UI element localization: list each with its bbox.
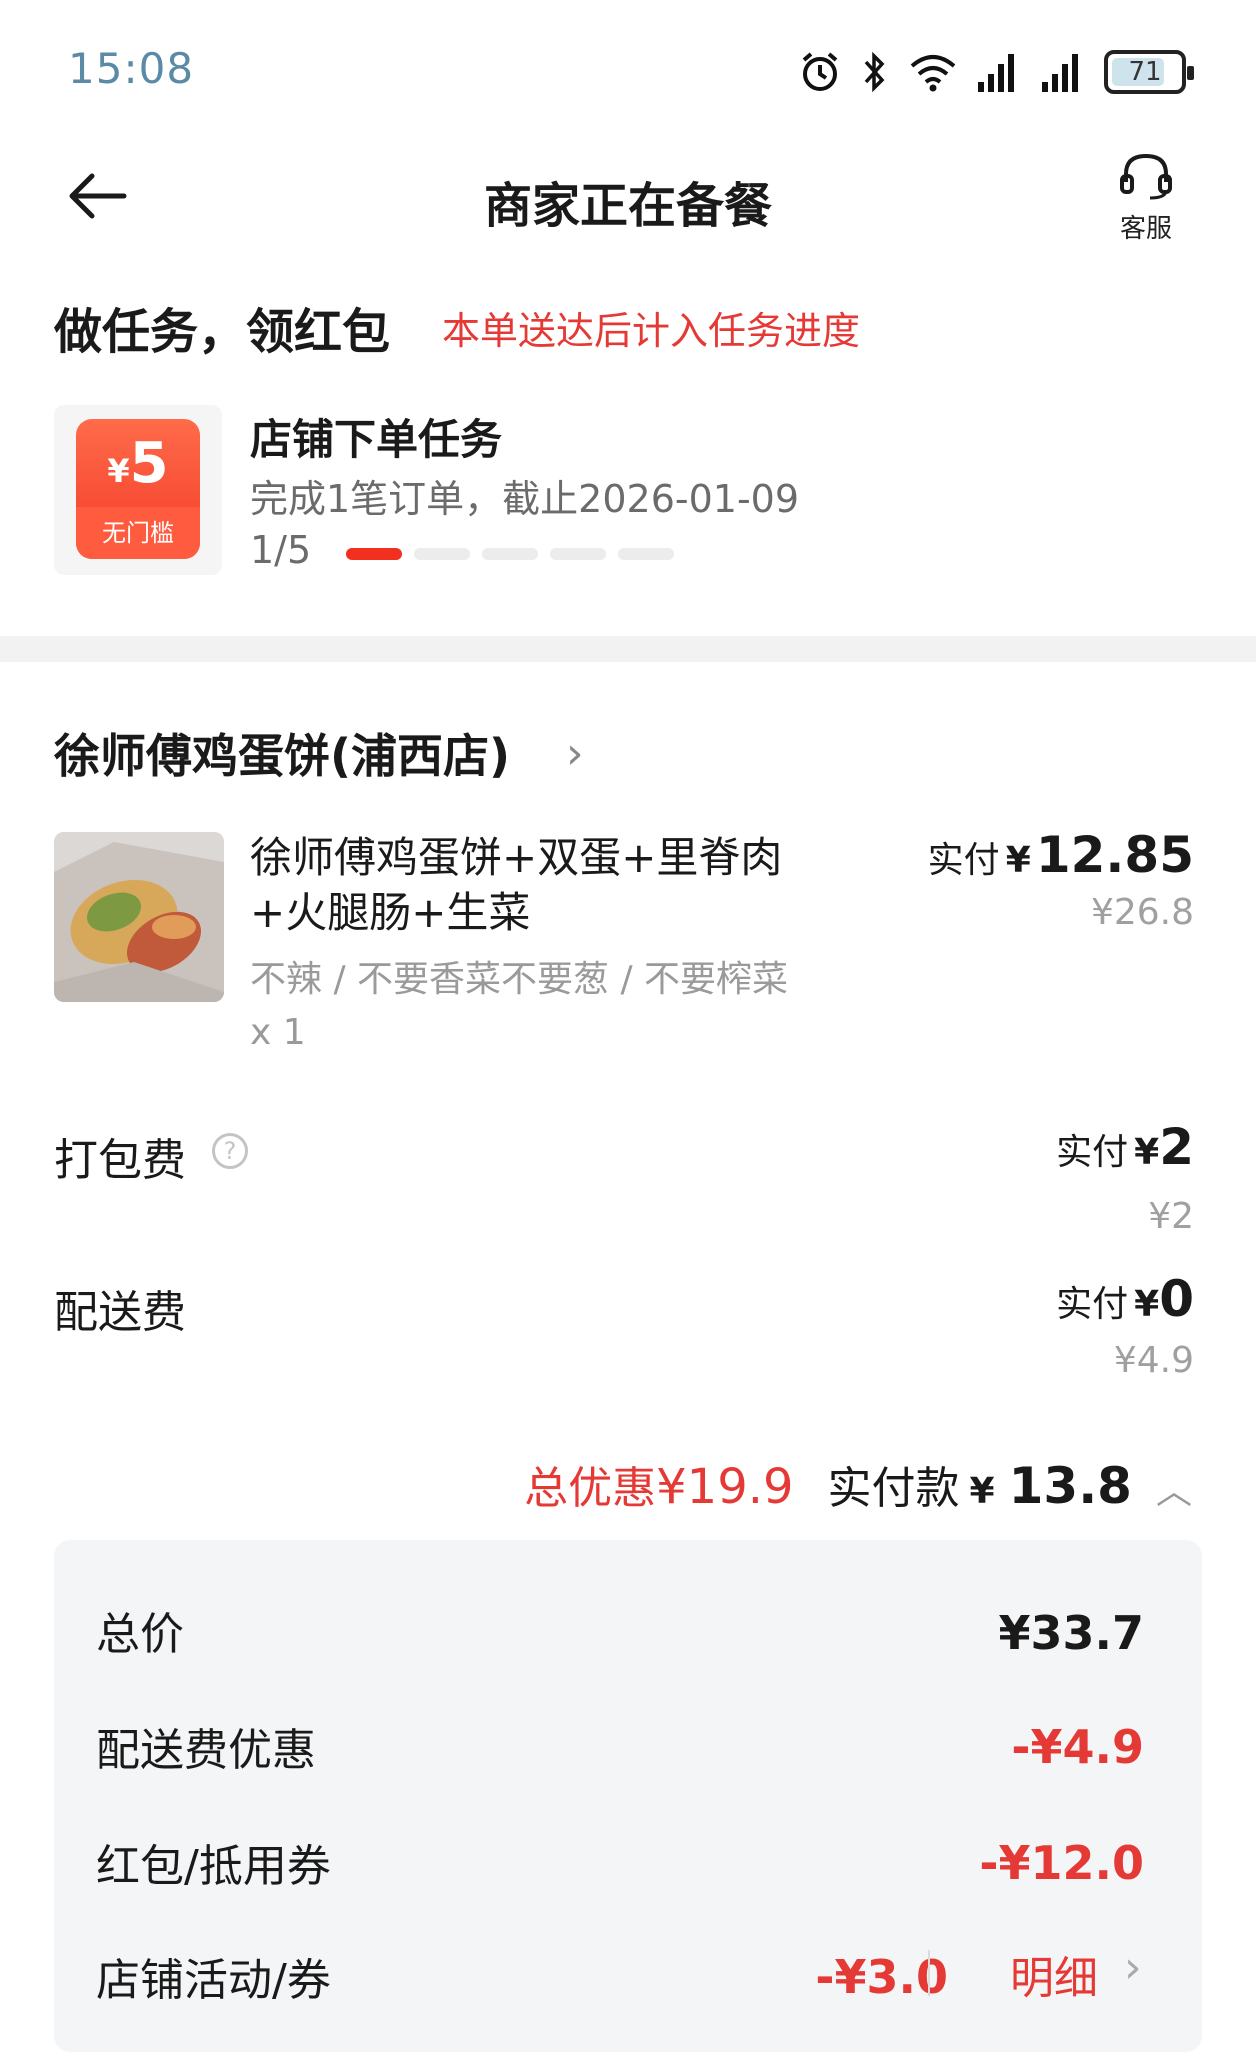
wifi-icon [910,55,956,92]
chevron-right-icon[interactable]: › [1124,1942,1142,1993]
delivery-fee-label: 配送费 [54,1287,186,1338]
headset-icon [1120,153,1172,200]
food-paid-price: 实付 ¥ 12.85 [927,826,1194,884]
page-title: 商家正在备餐 [483,178,772,234]
food-original-price: ¥26.8 [1090,892,1194,933]
delivery-discount-label: 配送费优惠 [96,1725,316,1776]
signal-icon-2 [1042,54,1078,92]
progress-segment [414,548,470,560]
coupon-amount: ¥5 [107,431,169,496]
food-quantity: x 1 [250,1012,306,1053]
battery-level: 71 [1128,57,1162,87]
task-progress-text: 1/5 [250,528,312,572]
delivery-fee-paid: 实付 ¥0 [1056,1270,1194,1328]
packing-fee-paid: 实付 ¥2 [1056,1118,1194,1176]
task-heading: 做任务，领红包 [54,304,391,360]
status-time: 15:08 [68,44,195,93]
total-paid-label: 实付款 [827,1463,960,1514]
coupon-card: ¥5 无门槛 [76,419,200,559]
signal-icon [978,54,1014,92]
food-name: 徐师傅鸡蛋饼+双蛋+里脊肉+火腿肠+生菜 [250,833,783,937]
food-spec: 不辣 / 不要香菜不要葱 / 不要榨菜 [250,959,789,1000]
detail-link[interactable]: 明细 [1010,1942,1098,2006]
battery-icon: 71 [1104,50,1194,94]
shop-promo-label: 店铺活动/券 [96,1955,331,2006]
total-discount-value: ¥19.9 [656,1459,794,1515]
coupon-tile[interactable]: ¥5 无门槛 [54,405,222,575]
total-price-value: ¥33.7 [998,1606,1144,1660]
coupon-tag: 无门槛 [76,507,200,559]
progress-segment [346,548,402,560]
service-label: 客服 [1119,214,1172,244]
status-icons: 71 [798,46,1194,98]
vertical-divider [928,1950,930,1996]
bluetooth-icon [864,51,885,93]
progress-segment [482,548,538,560]
coupon-label: 红包/抵用券 [96,1841,331,1892]
section-divider [0,636,1256,662]
task-note: 本单送达后计入任务进度 [442,309,861,353]
task-title: 店铺下单任务 [250,415,503,464]
food-image [54,832,224,1002]
coupon-value: -¥12.0 [979,1836,1144,1890]
total-paid-value: 13.8 [1008,1457,1132,1515]
chevron-up-icon[interactable]: ︿ [1156,1462,1192,1514]
task-description: 完成1笔订单，截止2026-01-09 [250,477,800,521]
alarm-icon [802,52,838,91]
help-icon[interactable]: ? [212,1133,248,1169]
order-summary-row[interactable]: 总优惠 ¥19.9 实付款 ¥ 13.8 ︿ [524,1452,1192,1516]
progress-segment [618,548,674,560]
delivery-discount-value: -¥4.9 [1011,1720,1144,1774]
delivery-fee-original: ¥4.9 [1113,1340,1194,1381]
total-discount-label: 总优惠 [524,1463,657,1514]
total-price-label: 总价 [96,1609,184,1660]
customer-service-button[interactable]: 客服 [1106,152,1186,245]
progress-segment [550,548,606,560]
total-paid-yen: ¥ [969,1471,995,1512]
chevron-right-icon[interactable]: › [566,728,584,779]
shop-name[interactable]: 徐师傅鸡蛋饼(浦西店) [54,720,510,786]
packing-fee-original: ¥2 [1148,1196,1194,1237]
packing-fee-label: 打包费 [54,1135,186,1186]
